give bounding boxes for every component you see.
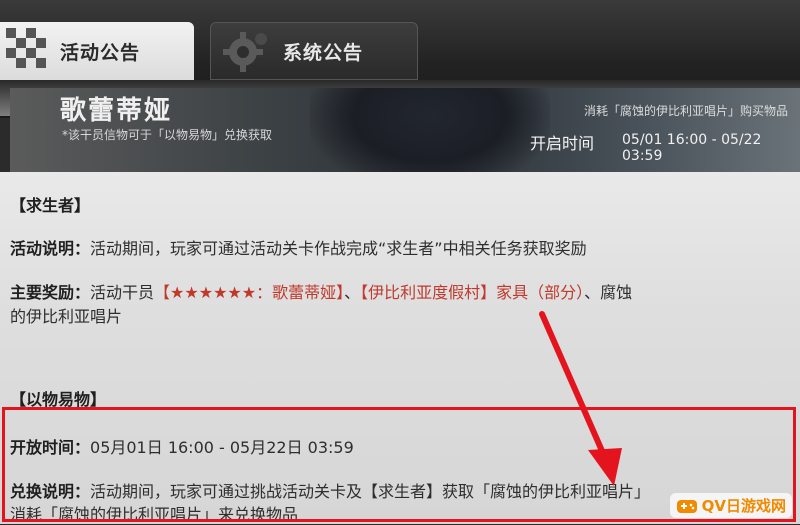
banner-open-time-label: 开启时间 (530, 134, 595, 153)
banner-character-art (310, 88, 550, 172)
tab-activity-label: 活动公告 (60, 41, 141, 64)
rewards-line-2: 的伊比利亚唱片 (10, 307, 123, 326)
banner-right-note: 消耗「腐蚀的伊比利亚唱片」购买物品 (583, 104, 788, 118)
activity-desc-label: 活动说明： (10, 239, 91, 258)
watermark-text: QV日游戏网 (701, 497, 786, 515)
tab-activity-announcement[interactable]: 活动公告 (0, 22, 194, 80)
survivor-heading: 【求生者】 (10, 196, 91, 215)
activity-desc-text: 活动期间，玩家可通过活动关卡作战完成“求生者”中相关任务获取奖励 (90, 239, 587, 258)
activity-icon (6, 28, 46, 68)
banner-note: *该干员信物可于「以物易物」兑换获取 (62, 128, 273, 142)
rewards-sep: 、 (344, 283, 361, 302)
gear-icon (223, 32, 267, 72)
site-watermark: QV日游戏网 (669, 493, 792, 518)
event-banner: 歌蕾蒂娅 *该干员信物可于「以物易物」兑换获取 消耗「腐蚀的伊比利亚唱片」购买物… (10, 88, 800, 172)
rewards-prefix: 活动干员 (90, 283, 155, 302)
red-arrow-annotation (539, 311, 622, 486)
rewards-label: 主要奖励： (10, 283, 91, 302)
tab-system-announcement[interactable]: 系统公告 (210, 22, 418, 80)
banner-title: 歌蕾蒂娅 (60, 96, 173, 126)
activity-description: 活动说明：活动期间，玩家可通过活动关卡作战完成“求生者”中相关任务获取奖励 (10, 235, 587, 259)
rewards-operator: 【★★★★★★：歌蕾蒂娅】 (154, 283, 345, 302)
tab-system-label: 系统公告 (283, 41, 364, 64)
banner-open-time-value: 05/01 16:00 - 05/22 03:59 (622, 132, 762, 164)
gamepad-icon (676, 499, 697, 513)
